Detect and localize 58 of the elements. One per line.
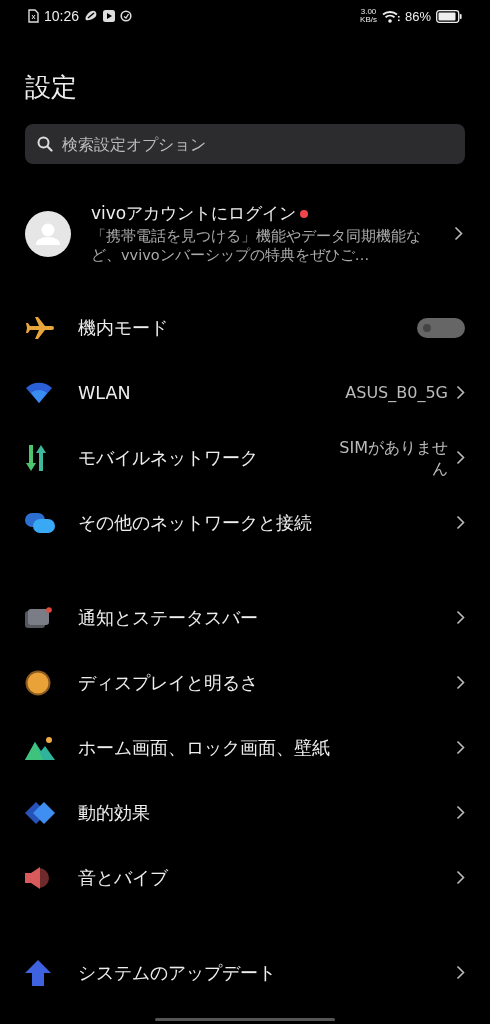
settings-value: ASUS_B0_5G: [344, 382, 448, 403]
play-icon: [103, 10, 116, 22]
chevron-icon: [456, 870, 465, 885]
chevron-icon: [456, 385, 465, 400]
network-speed: 3.00: [360, 8, 377, 16]
battery-percent: 86%: [404, 8, 431, 24]
settings-label: システムのアップデート: [78, 961, 277, 985]
chevron-icon: [456, 805, 465, 820]
search-icon: [37, 136, 53, 152]
settings-item[interactable]: 音とバイブ: [0, 845, 490, 910]
settings-item[interactable]: 通知とステータスバー: [0, 585, 490, 650]
settings-label: 機内モード: [78, 316, 169, 340]
chevron-icon: [456, 740, 465, 755]
settings-label: 通知とステータスバー: [78, 606, 259, 630]
account-login-item[interactable]: vivoアカウントにログイン 「携帯電話を見つける」機能やデータ同期機能など、vvivoンバーシップの特典をぜひご…: [25, 202, 465, 265]
diamonds-icon: [25, 801, 55, 824]
wifi-icon: [25, 381, 53, 404]
notification-icon: [25, 606, 53, 629]
chevron-icon: [456, 450, 465, 465]
settings-item[interactable]: 動的効果: [0, 780, 490, 845]
settings-label: ホーム画面、ロック画面、壁紙: [78, 736, 331, 760]
settings-item[interactable]: ディスプレイと明るさ: [0, 650, 490, 715]
gauge-icon: [120, 10, 133, 22]
battery-icon: [436, 9, 462, 23]
settings-label: WLAN: [78, 382, 132, 403]
chevron-icon: [456, 515, 465, 530]
settings-label: 音とバイブ: [78, 866, 169, 890]
avatar-icon: [25, 210, 71, 257]
settings-value: SIMがありません: [338, 436, 448, 479]
toggle-switch[interactable]: [417, 317, 465, 338]
account-description: 「携帯電話を見つける」機能やデータ同期機能など、vvivoンバーシップの特典をぜひご…: [91, 227, 422, 265]
sim-icon: [28, 9, 39, 23]
settings-label: ディスプレイと明るさ: [78, 671, 259, 695]
chevron-icon: [456, 610, 465, 625]
settings-item[interactable]: 機内モード: [0, 295, 490, 360]
settings-item[interactable]: システムのアップデート: [0, 940, 490, 1005]
status-time: 10:26: [44, 8, 80, 24]
bubbles-icon: [25, 511, 55, 534]
wifi-signal-icon: [381, 9, 400, 23]
account-title: vivoアカウントにログイン: [91, 202, 297, 225]
chevron-icon: [456, 675, 465, 690]
settings-label: 動的効果: [78, 801, 151, 825]
settings-label: その他のネットワークと接続: [78, 511, 313, 535]
settings-item[interactable]: モバイルネットワーク SIMがありません: [0, 425, 490, 490]
settings-item[interactable]: その他のネットワークと接続: [0, 490, 490, 555]
search-field[interactable]: 検索設定オプション: [25, 124, 465, 164]
settings-item[interactable]: WLAN ASUS_B0_5G: [0, 360, 490, 425]
mountain-icon: [25, 735, 55, 760]
sun-icon: [25, 669, 51, 696]
chevron-icon: [456, 965, 465, 980]
page-title: 設定: [25, 71, 78, 104]
speed-unit: KB/s: [360, 16, 377, 24]
arrows-icon: [25, 444, 47, 471]
settings-item[interactable]: ホーム画面、ロック画面、壁紙: [0, 715, 490, 780]
settings-label: モバイルネットワーク: [78, 446, 259, 470]
airplane-icon: [25, 316, 55, 339]
chevron-icon: [454, 226, 463, 241]
upload-arrow-icon: [25, 959, 51, 986]
